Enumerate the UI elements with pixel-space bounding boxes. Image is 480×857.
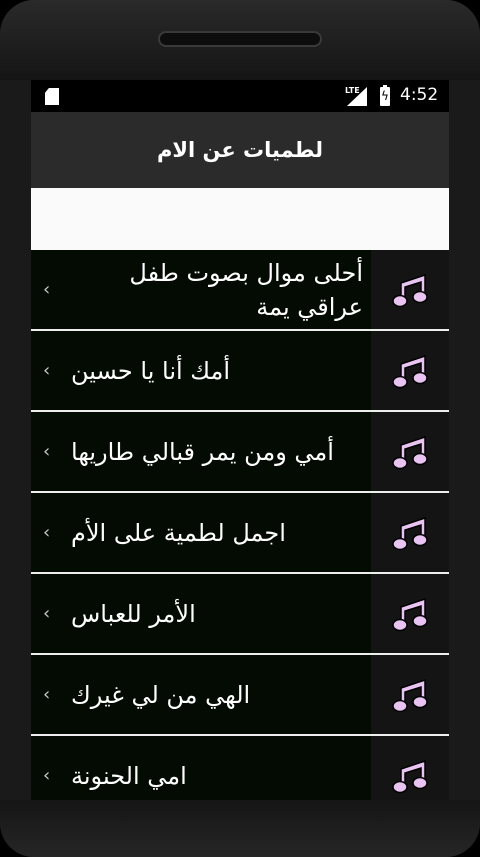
- list-item-label: امي الحنونة: [71, 761, 187, 790]
- chevron-left-icon: ‹: [43, 279, 51, 300]
- music-note-icon: [392, 759, 428, 794]
- status-time: 4:52: [400, 85, 439, 105]
- list-item-label: أحلى موال بصوت طفل عراقي يمة: [129, 258, 363, 321]
- app-title: لطميات عن الام: [156, 138, 324, 162]
- lte-signal-icon: LTE: [345, 86, 367, 106]
- icon-cell: [371, 250, 449, 329]
- list-item-label: الهي من لي غيرك: [71, 680, 251, 709]
- list-item[interactable]: ‹ أمي ومن يمر قبالي طاريها: [31, 412, 449, 493]
- list-item-label: اجمل لطمية على الأم: [71, 518, 286, 547]
- banner-area: [31, 188, 449, 250]
- chevron-left-icon: ‹: [43, 684, 51, 705]
- device-top-bezel: [0, 0, 480, 80]
- status-bar: LTE ϟ 4:52: [31, 80, 449, 112]
- list-item-label: أمي ومن يمر قبالي طاريها: [71, 437, 334, 466]
- app-bar: لطميات عن الام: [31, 112, 449, 188]
- speaker-grille: [158, 31, 322, 47]
- icon-cell: [371, 655, 449, 734]
- music-note-icon: [392, 354, 428, 389]
- music-note-icon: [392, 273, 428, 308]
- music-note-icon: [392, 678, 428, 713]
- icon-cell: [371, 331, 449, 410]
- chevron-left-icon: ‹: [43, 522, 51, 543]
- list-item-label: الأمر للعباس: [71, 599, 196, 628]
- list-item[interactable]: ‹ الأمر للعباس: [31, 574, 449, 655]
- icon-cell: [371, 493, 449, 572]
- device-bottom-bezel: [0, 800, 480, 857]
- chevron-left-icon: ‹: [43, 441, 51, 462]
- music-note-icon: [392, 516, 428, 551]
- chevron-left-icon: ‹: [43, 603, 51, 624]
- music-note-icon: [392, 597, 428, 632]
- chevron-left-icon: ‹: [43, 765, 51, 786]
- icon-cell: [371, 736, 449, 800]
- track-list: ‹ أحلى موال بصوت طفل عراقي يمة ‹ أمك أنا…: [31, 250, 449, 800]
- icon-cell: [371, 412, 449, 491]
- music-note-icon: [392, 435, 428, 470]
- icon-cell: [371, 574, 449, 653]
- network-type: LTE: [345, 86, 360, 95]
- list-item[interactable]: ‹ أمك أنا يا حسين: [31, 331, 449, 412]
- battery-charging-icon: ϟ: [380, 85, 390, 106]
- chevron-left-icon: ‹: [43, 360, 51, 381]
- list-item-label: أمك أنا يا حسين: [71, 356, 231, 385]
- list-item[interactable]: ‹ أحلى موال بصوت طفل عراقي يمة: [31, 250, 449, 331]
- sd-card-icon: [45, 88, 59, 105]
- list-item[interactable]: ‹ الهي من لي غيرك: [31, 655, 449, 736]
- list-item[interactable]: ‹ امي الحنونة: [31, 736, 449, 800]
- screen: LTE ϟ 4:52 لطميات عن الام ‹ أحلى موال بص…: [31, 80, 449, 800]
- list-item[interactable]: ‹ اجمل لطمية على الأم: [31, 493, 449, 574]
- device-frame: LTE ϟ 4:52 لطميات عن الام ‹ أحلى موال بص…: [0, 0, 480, 857]
